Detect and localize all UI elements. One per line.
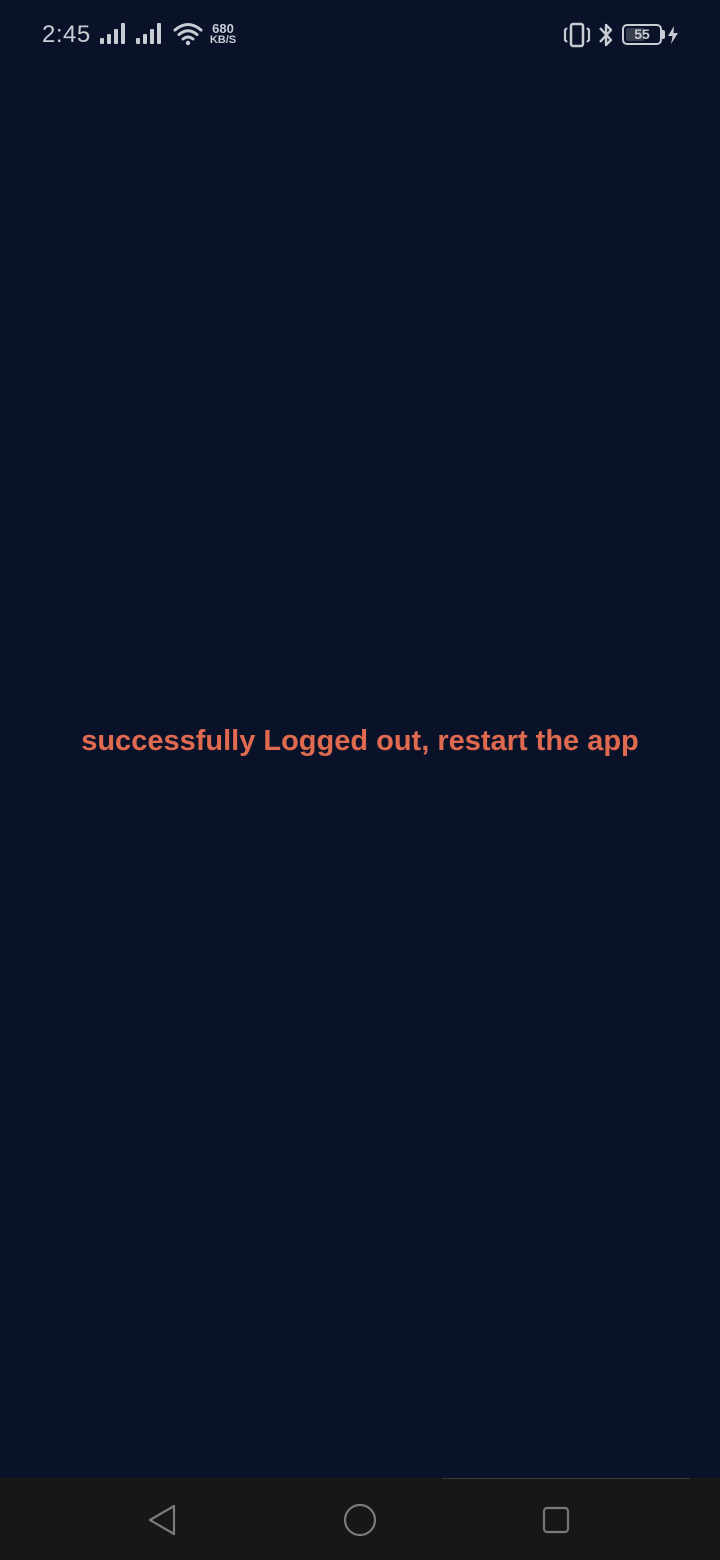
recents-icon[interactable]: [536, 1500, 576, 1540]
app-screen: 2:45 680 KB/S 55 successfully Logged out…: [0, 0, 720, 1560]
network-speed: 680 KB/S: [208, 22, 238, 46]
status-bar: 2:45 680 KB/S 55: [0, 0, 720, 70]
network-speed-unit: KB/S: [209, 34, 237, 46]
vibrate-icon: [563, 22, 591, 48]
charging-icon: [668, 26, 678, 44]
status-time: 2:45: [42, 21, 91, 48]
logout-message: successfully Logged out, restart the app: [81, 725, 639, 757]
signal-icon: [100, 23, 125, 44]
bluetooth-icon: [599, 23, 613, 47]
home-icon[interactable]: [340, 1500, 380, 1540]
navigation-bar: [0, 1478, 720, 1560]
battery-tip: [662, 30, 665, 39]
wifi-icon: [173, 23, 203, 46]
battery-icon: 55: [622, 24, 662, 45]
nav-divider: [442, 1478, 690, 1479]
battery-percent: 55: [634, 26, 650, 42]
back-icon[interactable]: [142, 1500, 182, 1540]
signal-icon: [136, 23, 161, 44]
